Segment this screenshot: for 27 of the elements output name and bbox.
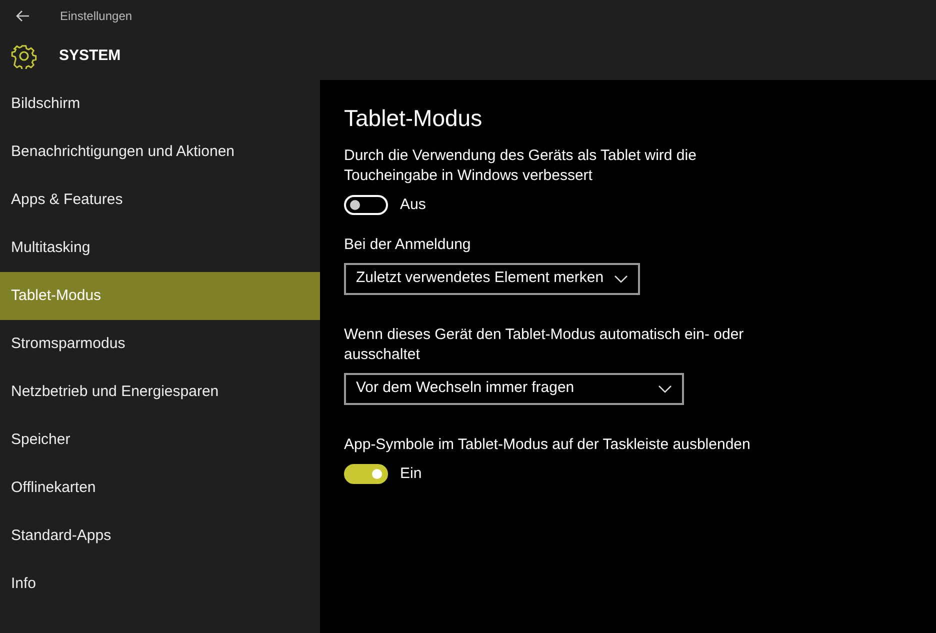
sidebar-item[interactable]: Bildschirm: [0, 80, 320, 128]
sidebar-item[interactable]: Netzbetrieb und Energiesparen: [0, 368, 320, 416]
dropdown[interactable]: Zuletzt verwendetes Element merken: [344, 262, 640, 294]
back-arrow-icon: [16, 10, 30, 22]
toggle-state-text: Aus: [400, 195, 426, 215]
window-title: Einstellungen: [60, 8, 132, 25]
section-title: SYSTEM: [59, 46, 121, 66]
chevron-down-icon: [658, 384, 672, 392]
dropdown[interactable]: Vor dem Wechseln immer fragen: [344, 372, 684, 404]
sidebar-item[interactable]: Multitasking: [0, 224, 320, 272]
sidebar-item[interactable]: Benachrichtigungen und Aktionen: [0, 128, 320, 176]
sidebar-item[interactable]: Standard-Apps: [0, 512, 320, 560]
gear-icon: [11, 43, 37, 69]
toggle-switch[interactable]: [344, 464, 388, 484]
page-heading: Tablet-Modus: [344, 104, 484, 133]
setting-label: App-Symbole im Tablet-Modus auf der Taskleiste ausblenden: [344, 434, 752, 454]
sidebar-item[interactable]: Tablet-Modus: [0, 272, 320, 320]
sidebar-item[interactable]: Info: [0, 560, 320, 608]
sidebar-item[interactable]: Speicher: [0, 416, 320, 464]
sidebar-item[interactable]: Offlinekarten: [0, 464, 320, 512]
toggle-state-text: Ein: [400, 464, 422, 484]
setting-label: Durch die Verwendung des Geräts als Tablet wird die Toucheingabe in Windows verbessert: [344, 146, 698, 186]
sidebar-item[interactable]: Apps & Features: [0, 176, 320, 224]
chevron-down-icon: [614, 274, 628, 282]
setting-label: Bei der Anmeldung: [344, 234, 472, 254]
setting-label: Wenn dieses Gerät den Tablet-Modus automatisch ein- oder ausschaltet: [344, 324, 745, 364]
sidebar-item[interactable]: Stromsparmodus: [0, 320, 320, 368]
